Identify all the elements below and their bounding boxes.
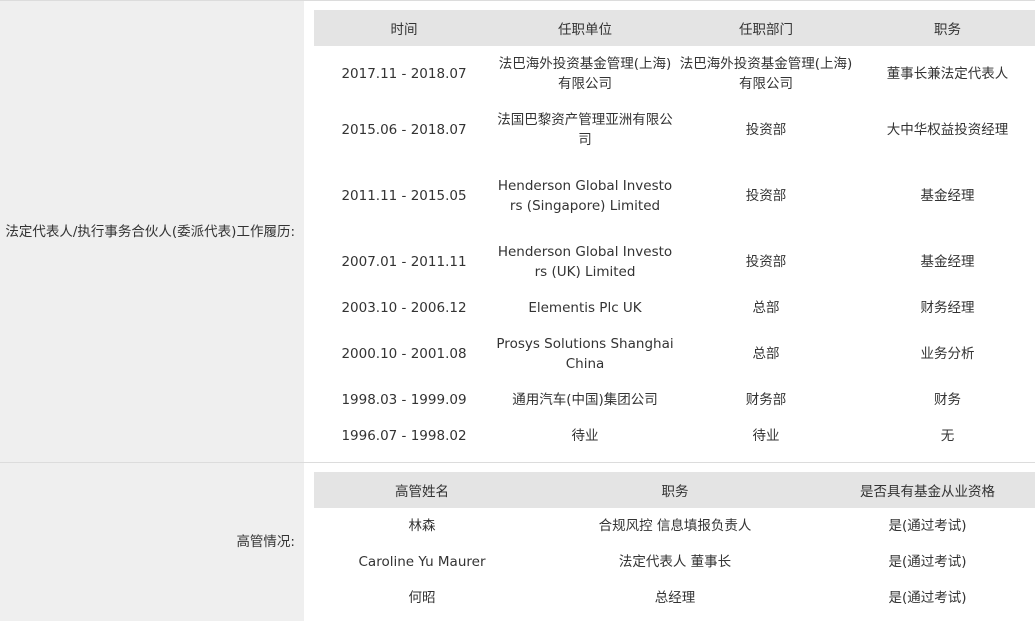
executives-content: 高管姓名 职务 是否具有基金从业资格 林森 合规风控 信息填报负责人 是(通过考… [304, 463, 1035, 621]
cell-time: 2003.10 - 2006.12 [341, 300, 467, 316]
table-header-row: 时间 任职单位 任职部门 职务 [314, 10, 1035, 46]
executives-label-cell: 高管情况: [0, 463, 304, 621]
column-header-exec-name: 高管姓名 [314, 472, 530, 508]
column-header-department: 任职部门 [676, 10, 856, 46]
cell-time: 2015.06 - 2018.07 [341, 122, 467, 138]
column-header-exec-position: 职务 [530, 472, 820, 508]
cell-employer: Henderson Global Investors (Singapore) L… [497, 178, 673, 214]
table-row: Caroline Yu Maurer 法定代表人 董事长 是(通过考试) [314, 544, 1035, 580]
table-row: 2017.11 - 2018.07 法巴海外投资基金管理(上海)有限公司 法巴海… [314, 46, 1035, 102]
column-header-fund-qualification: 是否具有基金从业资格 [820, 472, 1035, 508]
cell-department: 法巴海外投资基金管理(上海)有限公司 [679, 56, 853, 92]
cell-employer: 待业 [571, 428, 599, 444]
cell-department: 投资部 [745, 254, 787, 270]
cell-time: 2007.01 - 2011.11 [341, 254, 467, 270]
cell-department: 总部 [752, 300, 780, 316]
table-row: 1998.03 - 1999.09 通用汽车(中国)集团公司 财务部 财务 [314, 382, 1035, 418]
cell-department: 总部 [752, 346, 780, 362]
cell-exec-name: 林森 [408, 518, 436, 534]
work-history-table: 时间 任职单位 任职部门 职务 2017.11 - 2018.07 法巴海外投资… [314, 10, 1035, 454]
column-header-employer: 任职单位 [494, 10, 676, 46]
work-history-label-cell: 法定代表人/执行事务合伙人(委派代表)工作履历: [0, 1, 304, 462]
table-row: 2011.11 - 2015.05 Henderson Global Inves… [314, 158, 1035, 234]
cell-position: 财务经理 [920, 300, 975, 316]
table-header-row: 高管姓名 职务 是否具有基金从业资格 [314, 472, 1035, 508]
cell-employer: Prosys Solutions Shanghai China [496, 336, 674, 372]
cell-exec-position: 总经理 [654, 590, 696, 606]
cell-exec-name: Caroline Yu Maurer [358, 554, 486, 570]
cell-position: 董事长兼法定代表人 [886, 66, 1009, 82]
cell-position: 大中华权益投资经理 [886, 122, 1009, 138]
table-row: 1996.07 - 1998.02 待业 待业 无 [314, 418, 1035, 454]
cell-exec-position: 法定代表人 董事长 [618, 554, 732, 570]
cell-fund-qualification: 是(通过考试) [888, 590, 967, 606]
cell-time: 2017.11 - 2018.07 [341, 66, 467, 82]
cell-time: 2011.11 - 2015.05 [341, 188, 467, 204]
cell-department: 财务部 [745, 392, 787, 408]
cell-time: 1998.03 - 1999.09 [341, 392, 467, 408]
cell-time: 2000.10 - 2001.08 [341, 346, 467, 362]
table-row: 2007.01 - 2011.11 Henderson Global Inves… [314, 234, 1035, 290]
cell-position: 财务 [934, 392, 961, 408]
cell-department: 投资部 [745, 122, 787, 138]
cell-fund-qualification: 是(通过考试) [888, 518, 967, 534]
cell-position: 业务分析 [920, 346, 975, 362]
table-row: 何昭 总经理 是(通过考试) [314, 580, 1035, 616]
executives-label: 高管情况: [236, 534, 295, 550]
cell-exec-name: 何昭 [408, 590, 436, 606]
table-row: 2000.10 - 2001.08 Prosys Solutions Shang… [314, 326, 1035, 382]
cell-fund-qualification: 是(通过考试) [888, 554, 967, 570]
cell-employer: 法国巴黎资产管理亚洲有限公司 [497, 112, 673, 148]
cell-department: 投资部 [745, 188, 787, 204]
table-row: 2003.10 - 2006.12 Elementis Plc UK 总部 财务… [314, 290, 1035, 326]
cell-department: 待业 [752, 428, 780, 444]
table-row: 林森 合规风控 信息填报负责人 是(通过考试) [314, 508, 1035, 544]
column-header-position: 职务 [856, 10, 1035, 46]
cell-position: 基金经理 [920, 188, 975, 204]
work-history-section: 法定代表人/执行事务合伙人(委派代表)工作履历: 时间 任职单位 任职部门 职务… [0, 1, 1035, 462]
executives-section: 高管情况: 高管姓名 职务 是否具有基金从业资格 林森 合规风控 信息填报负责人… [0, 463, 1035, 621]
column-header-time: 时间 [314, 10, 494, 46]
executives-table: 高管姓名 职务 是否具有基金从业资格 林森 合规风控 信息填报负责人 是(通过考… [314, 472, 1035, 616]
cell-exec-position: 合规风控 信息填报负责人 [598, 518, 752, 534]
cell-time: 1996.07 - 1998.02 [341, 428, 467, 444]
cell-position: 基金经理 [920, 254, 975, 270]
cell-employer: 法巴海外投资基金管理(上海)有限公司 [498, 56, 672, 92]
work-history-label: 法定代表人/执行事务合伙人(委派代表)工作履历: [5, 223, 295, 240]
cell-position: 无 [940, 428, 955, 444]
cell-employer: 通用汽车(中国)集团公司 [512, 392, 658, 408]
cell-employer: Elementis Plc UK [528, 300, 642, 316]
cell-employer: Henderson Global Investors (UK) Limited [497, 244, 673, 280]
table-row: 2015.06 - 2018.07 法国巴黎资产管理亚洲有限公司 投资部 大中华… [314, 102, 1035, 158]
work-history-content: 时间 任职单位 任职部门 职务 2017.11 - 2018.07 法巴海外投资… [304, 1, 1035, 462]
